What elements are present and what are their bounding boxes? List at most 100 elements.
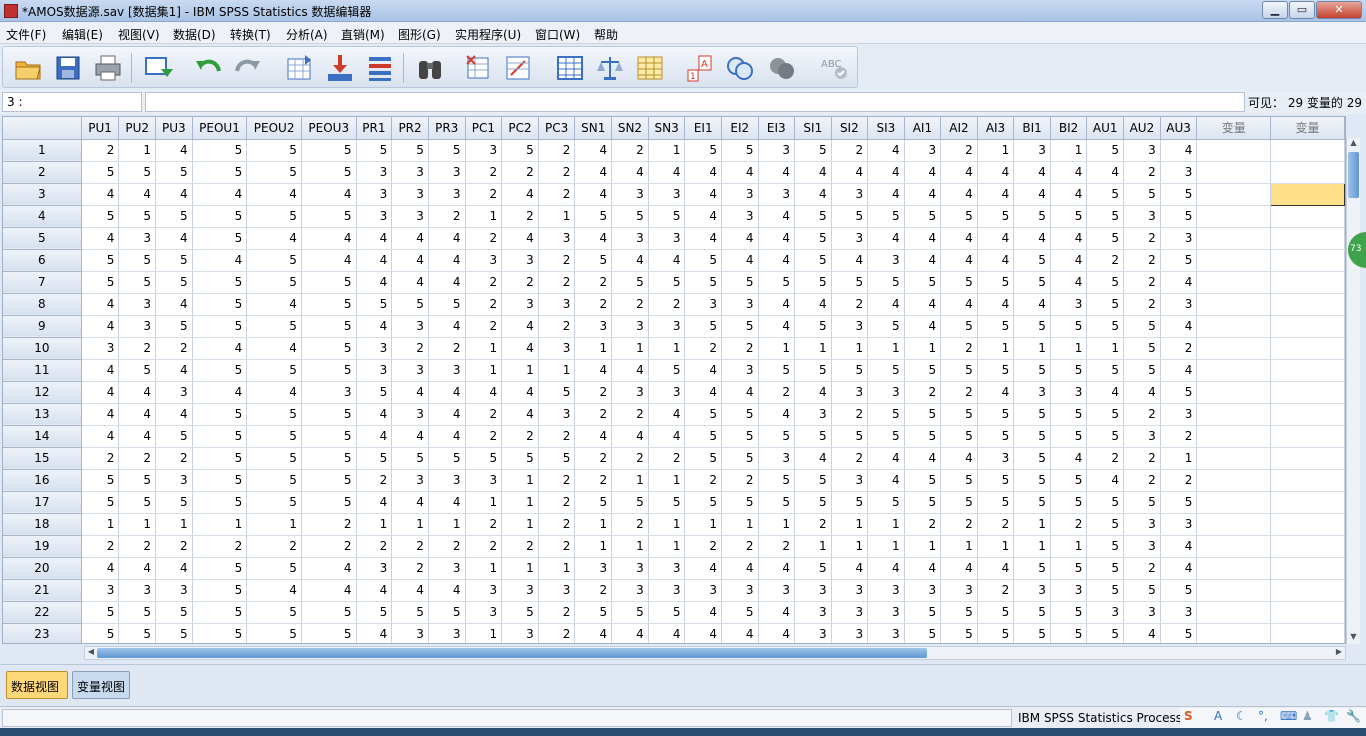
data-cell[interactable]: 3 xyxy=(1160,403,1198,426)
data-cell[interactable]: 4 xyxy=(81,359,120,382)
ime-user-icon[interactable]: ♟ xyxy=(1302,709,1313,723)
data-cell[interactable]: 5 xyxy=(1050,557,1088,580)
column-header[interactable]: PU1 xyxy=(81,117,120,140)
data-cell[interactable]: 5 xyxy=(301,601,357,624)
data-cell[interactable]: 2 xyxy=(904,381,942,404)
data-cell[interactable]: 5 xyxy=(1050,601,1088,624)
data-cell[interactable]: 3 xyxy=(1123,205,1161,228)
data-cell[interactable]: 5 xyxy=(301,337,357,360)
data-cell[interactable]: 3 xyxy=(611,557,649,580)
data-cell[interactable]: 4 xyxy=(758,315,796,338)
data-cell[interactable]: 3 xyxy=(831,601,869,624)
data-cell[interactable]: 5 xyxy=(721,315,759,338)
row-number-header[interactable]: 6 xyxy=(3,249,82,272)
data-cell[interactable]: 3 xyxy=(758,139,796,162)
data-cell[interactable]: 4 xyxy=(81,227,120,250)
data-cell[interactable]: 5 xyxy=(81,623,120,643)
row-number-header[interactable]: 2 xyxy=(3,161,82,184)
variables-icon[interactable] xyxy=(365,53,395,83)
data-cell[interactable]: 4 xyxy=(977,183,1015,206)
data-cell[interactable]: 4 xyxy=(391,579,429,602)
data-cell[interactable]: 5 xyxy=(538,447,576,470)
data-cell[interactable]: 3 xyxy=(904,579,942,602)
data-cell[interactable]: 4 xyxy=(192,337,248,360)
data-cell[interactable]: 1 xyxy=(648,535,686,558)
data-cell[interactable]: 4 xyxy=(1050,447,1088,470)
redo-icon[interactable] xyxy=(233,53,263,83)
horizontal-scrollbar[interactable]: ◀ ▶ xyxy=(84,646,1346,660)
data-cell[interactable]: 5 xyxy=(721,447,759,470)
data-cell[interactable]: 3 xyxy=(831,381,869,404)
data-cell[interactable]: 4 xyxy=(867,469,905,492)
data-cell[interactable]: 3 xyxy=(538,337,576,360)
data-cell[interactable]: 5 xyxy=(118,205,157,228)
data-cell[interactable]: 4 xyxy=(428,425,466,448)
data-cell[interactable]: 3 xyxy=(611,579,649,602)
row-number-header[interactable]: 19 xyxy=(3,535,82,558)
data-cell[interactable]: 5 xyxy=(301,403,357,426)
data-cell[interactable]: 4 xyxy=(904,249,942,272)
data-cell[interactable]: 5 xyxy=(246,271,302,294)
data-cell[interactable]: 3 xyxy=(118,293,157,316)
data-cell[interactable]: 5 xyxy=(758,491,796,514)
data-cell[interactable]: 5 xyxy=(246,315,302,338)
data-cell[interactable]: 5 xyxy=(648,601,686,624)
data-cell[interactable]: 3 xyxy=(831,315,869,338)
data-cell[interactable]: 5 xyxy=(904,205,942,228)
data-cell[interactable]: 4 xyxy=(81,293,120,316)
data-cell[interactable]: 3 xyxy=(465,139,503,162)
data-cell[interactable]: 4 xyxy=(1013,227,1051,250)
data-cell[interactable]: 2 xyxy=(1086,249,1125,272)
data-cell[interactable]: 5 xyxy=(301,491,357,514)
data-cell[interactable]: 4 xyxy=(758,557,796,580)
data-cell[interactable]: 5 xyxy=(118,623,157,643)
empty-cell[interactable] xyxy=(1196,381,1272,404)
ime-english-mode-icon[interactable]: A xyxy=(1214,709,1222,723)
data-cell[interactable]: 2 xyxy=(428,337,466,360)
data-cell[interactable]: 5 xyxy=(118,601,157,624)
data-cell[interactable]: 1 xyxy=(1086,337,1125,360)
data-cell[interactable]: 4 xyxy=(940,293,978,316)
data-cell[interactable]: 4 xyxy=(940,227,978,250)
data-cell[interactable]: 2 xyxy=(301,535,357,558)
data-cell[interactable]: 4 xyxy=(501,227,539,250)
cell-value-input[interactable] xyxy=(145,92,1245,112)
data-cell[interactable]: 5 xyxy=(904,359,942,382)
undo-icon[interactable] xyxy=(193,53,223,83)
data-cell[interactable]: 5 xyxy=(1086,359,1125,382)
column-header[interactable]: EI3 xyxy=(758,117,796,140)
data-cell[interactable]: 4 xyxy=(574,359,613,382)
data-cell[interactable]: 2 xyxy=(301,513,357,536)
data-cell[interactable]: 5 xyxy=(391,293,429,316)
data-cell[interactable]: 5 xyxy=(1086,557,1125,580)
data-cell[interactable]: 5 xyxy=(192,469,248,492)
data-cell[interactable]: 4 xyxy=(977,161,1015,184)
data-cell[interactable]: 5 xyxy=(155,315,193,338)
data-cell[interactable]: 3 xyxy=(684,293,722,316)
data-cell[interactable]: 5 xyxy=(1123,183,1161,206)
data-cell[interactable]: 5 xyxy=(1050,623,1088,643)
data-cell[interactable]: 3 xyxy=(831,579,869,602)
empty-cell[interactable] xyxy=(1196,183,1272,206)
scroll-right-arrow-icon[interactable]: ▶ xyxy=(1333,647,1345,659)
data-cell[interactable]: 2 xyxy=(118,337,157,360)
data-cell[interactable]: 4 xyxy=(611,425,649,448)
data-cell[interactable]: 5 xyxy=(428,447,466,470)
data-cell[interactable]: 5 xyxy=(1086,271,1125,294)
data-cell[interactable]: 3 xyxy=(428,161,466,184)
data-cell[interactable]: 4 xyxy=(794,293,832,316)
data-cell[interactable]: 5 xyxy=(356,601,393,624)
ime-settings-icon[interactable]: 🔧 xyxy=(1346,709,1361,723)
data-cell[interactable]: 3 xyxy=(391,359,429,382)
data-cell[interactable]: 4 xyxy=(574,161,613,184)
data-cell[interactable]: 2 xyxy=(1160,425,1198,448)
data-cell[interactable]: 5 xyxy=(192,161,248,184)
data-cell[interactable]: 5 xyxy=(301,139,357,162)
data-cell[interactable]: 3 xyxy=(356,359,393,382)
data-cell[interactable]: 1 xyxy=(611,469,649,492)
data-cell[interactable]: 5 xyxy=(794,557,832,580)
data-cell[interactable]: 3 xyxy=(81,337,120,360)
data-cell[interactable]: 5 xyxy=(977,491,1015,514)
data-cell[interactable]: 4 xyxy=(391,381,429,404)
use-variable-sets-icon[interactable] xyxy=(725,53,755,83)
